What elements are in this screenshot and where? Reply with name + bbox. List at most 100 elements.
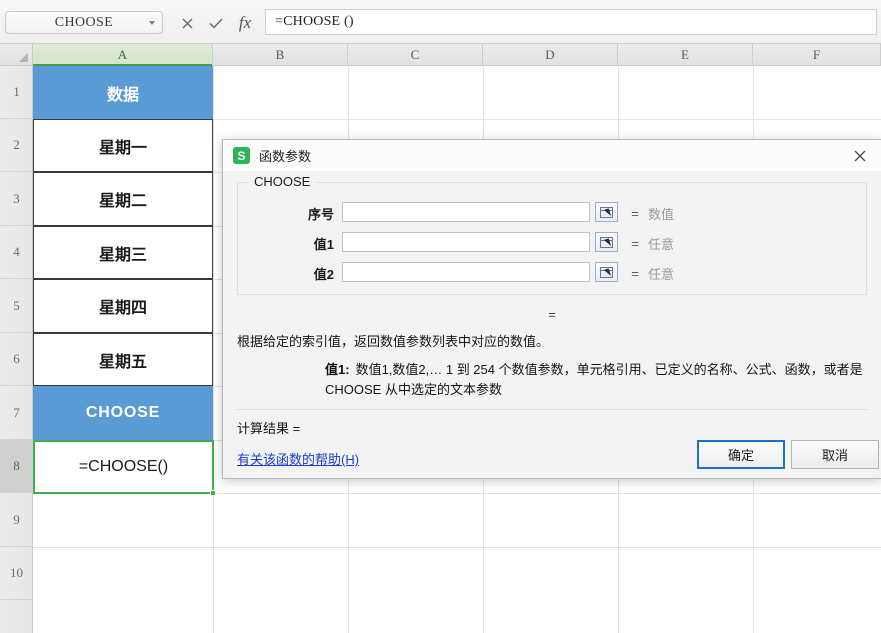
argument-equals-2: = (631, 235, 639, 251)
ok-button[interactable]: 确定 (697, 440, 785, 469)
argument-description-name: 值1: (325, 362, 350, 377)
cell-a4[interactable]: 星期三 (33, 226, 213, 279)
wps-spreadsheet-icon: S (233, 147, 250, 164)
range-picker-icon (600, 266, 613, 278)
column-header-label: B (275, 47, 285, 62)
argument-type-2: 任意 (648, 236, 675, 252)
function-help-link[interactable]: 有关该函数的帮助(H) (237, 449, 359, 468)
column-header-d[interactable]: D (483, 44, 618, 66)
wps-spreadsheet-window: CHOOSE fx =CHOOSE () A B C D E F 1 2 3 4… (0, 0, 881, 633)
cell-a2[interactable]: 星期一 (33, 119, 213, 172)
gridline-h (33, 547, 881, 548)
column-header-label: C (410, 47, 420, 62)
argument-equals-1: = (631, 205, 639, 221)
fill-handle[interactable] (210, 490, 216, 496)
dialog-title-bar[interactable]: S 函数参数 (223, 140, 881, 172)
column-header-e[interactable]: E (618, 44, 753, 66)
calculation-result: 计算结果 = (237, 421, 301, 436)
argument-label-1: 序号 (307, 206, 334, 222)
cell-a6[interactable]: 星期五 (33, 333, 213, 386)
name-box[interactable]: CHOOSE (5, 11, 163, 34)
column-header-label: F (812, 47, 821, 62)
argument-type-1: 数值 (648, 206, 675, 222)
dialog-divider (237, 409, 867, 410)
formula-input-value: =CHOOSE () (275, 14, 354, 29)
row-header-4[interactable]: 4 (0, 226, 33, 279)
formula-input[interactable]: =CHOOSE () (265, 9, 877, 35)
row-header-5[interactable]: 5 (0, 279, 33, 333)
column-header-a[interactable]: A (33, 44, 213, 66)
cell-a5[interactable]: 星期四 (33, 279, 213, 333)
group-legend: CHOOSE (248, 174, 317, 189)
cell-value: 数据 (106, 86, 139, 104)
column-header-f[interactable]: F (753, 44, 881, 66)
chevron-down-icon[interactable] (149, 20, 155, 25)
argument-label-2: 值1 (313, 236, 334, 252)
cell-a3[interactable]: 星期二 (33, 172, 213, 226)
argument-row-1: 序号 = 数值 (238, 202, 866, 224)
cell-value: 星期四 (98, 300, 147, 317)
cell-value: CHOOSE (85, 404, 161, 421)
corner-triangle-icon (19, 53, 28, 62)
select-all-corner[interactable] (0, 44, 33, 66)
column-header-c[interactable]: C (348, 44, 483, 66)
cancel-formula-button[interactable] (176, 12, 198, 34)
row-header-label: 10 (10, 565, 23, 580)
cell-a8[interactable]: =CHOOSE() (33, 440, 216, 496)
range-picker-button-1[interactable] (595, 202, 618, 222)
cell-value: 星期二 (98, 193, 147, 210)
formula-bar: CHOOSE fx =CHOOSE () (0, 0, 881, 44)
cell-a1[interactable]: 数据 (33, 66, 213, 119)
row-header-9[interactable]: 9 (0, 493, 33, 547)
column-header-b[interactable]: B (213, 44, 348, 66)
row-header-3[interactable]: 3 (0, 172, 33, 226)
cancel-button[interactable]: 取消 (791, 440, 879, 469)
row-header-1[interactable]: 1 (0, 66, 33, 119)
argument-input-1[interactable] (342, 202, 590, 222)
row-header-label: 7 (13, 404, 20, 420)
range-picker-button-2[interactable] (595, 232, 618, 252)
close-icon (182, 18, 192, 28)
formula-result-equals: = (548, 306, 556, 322)
column-header-label: A (117, 47, 128, 62)
arguments-group: CHOOSE 序号 = 数值 值1 = 任意 值2 = 任意 (237, 174, 867, 295)
row-header-label: 9 (13, 511, 20, 527)
argument-equals-3: = (631, 265, 639, 281)
cell-value: =CHOOSE() (78, 458, 169, 475)
row-header-label: 3 (13, 190, 20, 206)
row-header-7[interactable]: 7 (0, 386, 33, 440)
fx-icon: fx (238, 13, 252, 32)
cell-value: 星期一 (98, 139, 147, 157)
insert-function-button[interactable]: fx (234, 12, 256, 34)
range-picker-button-3[interactable] (595, 262, 618, 282)
row-header-label: 2 (13, 137, 20, 152)
column-headers: A B C D E F (33, 44, 881, 66)
row-headers: 1 2 3 4 5 6 7 8 9 10 (0, 66, 33, 633)
row-header-6[interactable]: 6 (0, 333, 33, 386)
argument-input-2[interactable] (342, 232, 590, 252)
accept-formula-button[interactable] (205, 12, 227, 34)
column-header-label: D (545, 47, 555, 62)
argument-input-3[interactable] (342, 262, 590, 282)
close-icon (854, 150, 866, 162)
argument-description: 值1: 数值1,数值2,… 1 到 254 个数值参数，单元格引用、已定义的名称、… (325, 360, 867, 400)
row-header-2[interactable]: 2 (0, 119, 33, 172)
range-picker-icon (600, 206, 613, 218)
range-picker-icon (600, 236, 613, 248)
cell-a7[interactable]: CHOOSE (33, 386, 213, 440)
argument-label-3: 值2 (313, 266, 334, 282)
cell-value: 星期五 (98, 353, 147, 371)
row-header-label: 1 (13, 84, 20, 99)
argument-row-2: 值1 = 任意 (238, 232, 866, 254)
dialog-close-button[interactable] (839, 140, 881, 172)
dialog-body: CHOOSE 序号 = 数值 值1 = 任意 值2 = 任意 = 根据给定的索引… (223, 172, 881, 478)
function-description: 根据给定的索引值，返回数值参数列表中对应的数值。 (237, 334, 550, 349)
row-header-label: 4 (13, 244, 20, 259)
row-header-label: 8 (13, 458, 20, 473)
cell-value: 星期三 (98, 246, 147, 264)
argument-description-text: 数值1,数值2,… 1 到 254 个数值参数，单元格引用、已定义的名称、公式、… (325, 362, 863, 397)
row-header-8[interactable]: 8 (0, 440, 33, 493)
row-header-10[interactable]: 10 (0, 547, 33, 600)
argument-type-3: 任意 (648, 266, 675, 282)
wps-icon-letter: S (237, 148, 246, 163)
